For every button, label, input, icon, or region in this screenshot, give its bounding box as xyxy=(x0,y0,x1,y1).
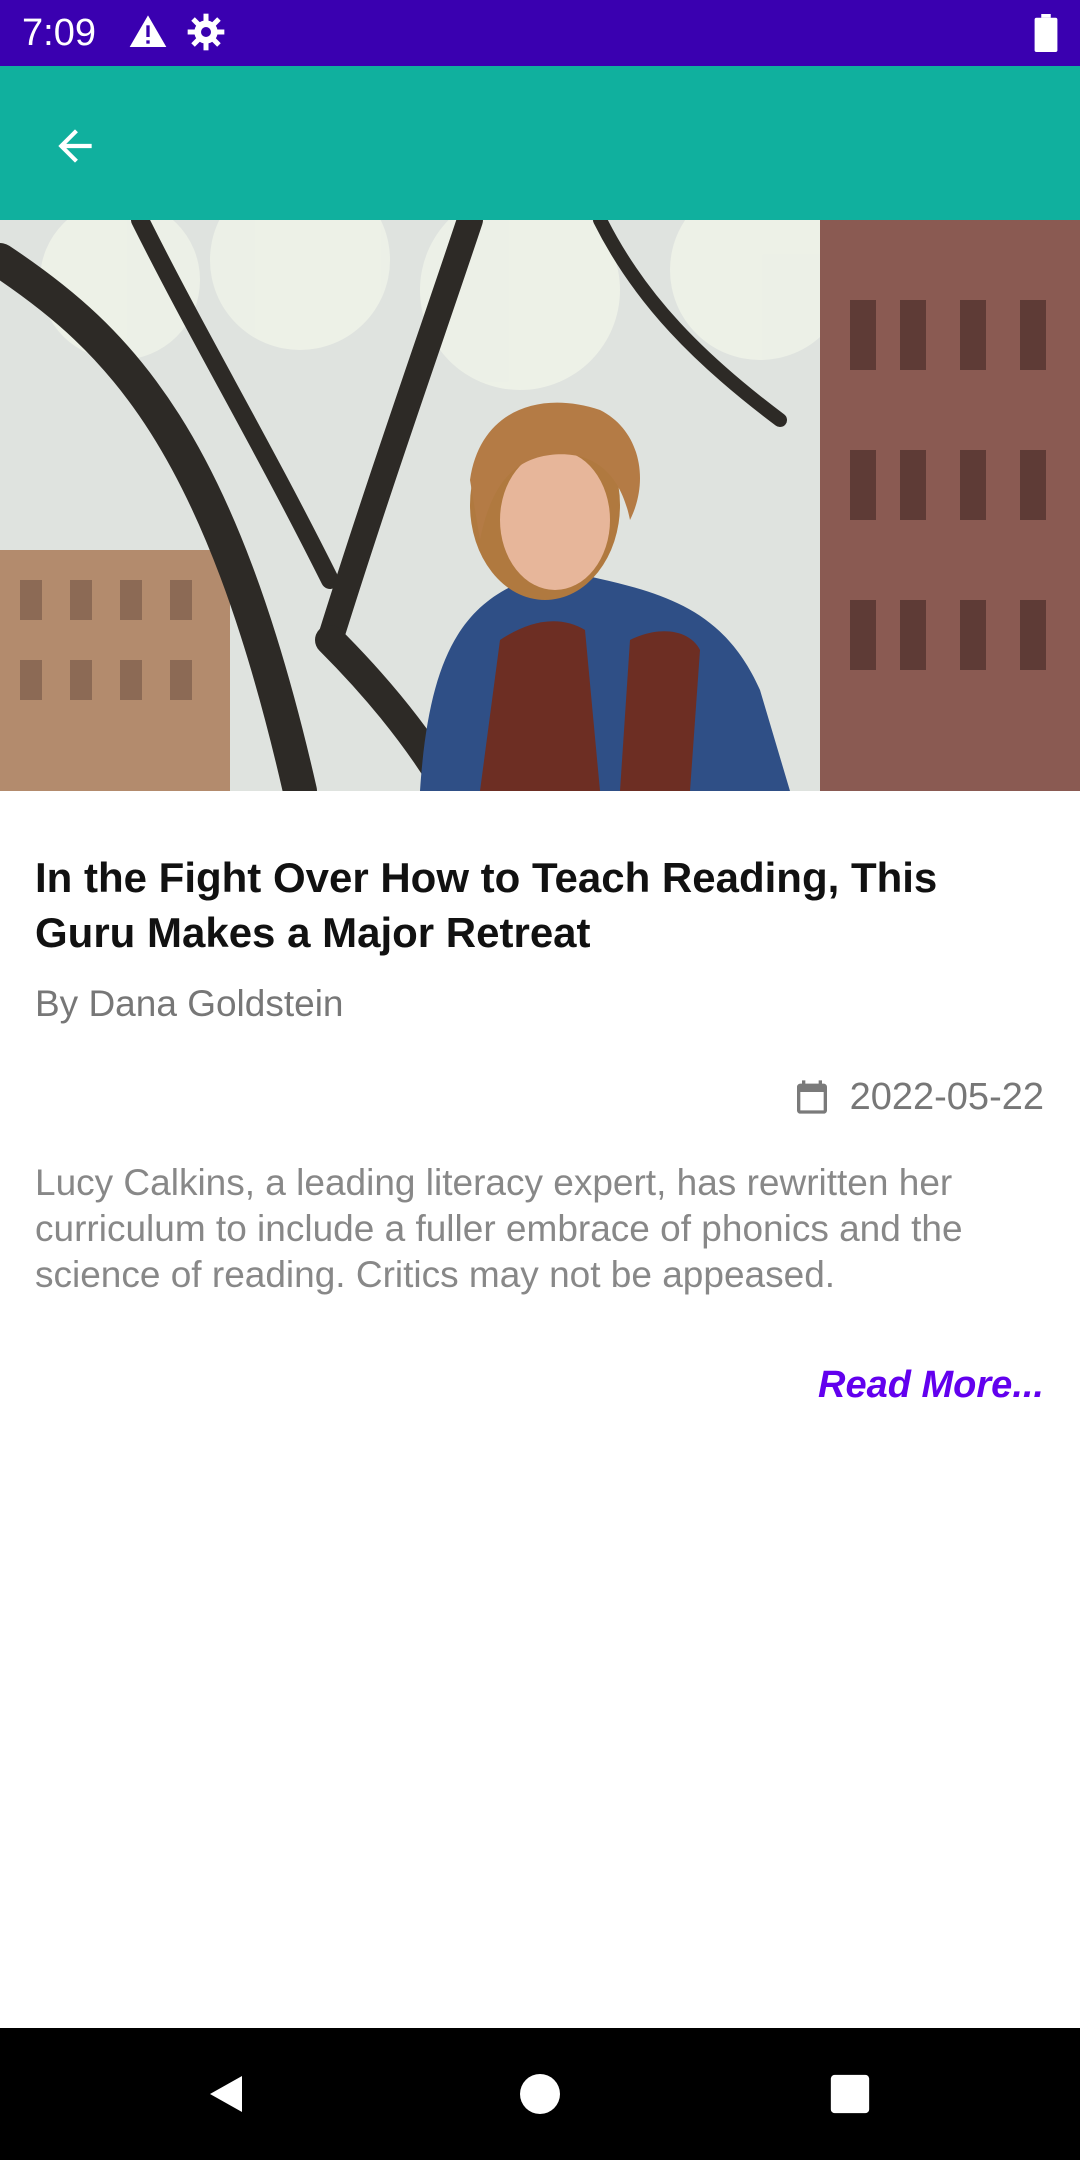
back-triangle-icon xyxy=(210,2076,242,2112)
article-summary: Lucy Calkins, a leading literacy expert,… xyxy=(35,1162,963,1295)
home-circle-icon xyxy=(520,2074,560,2114)
article-date-row: 2022-05-22 xyxy=(792,1075,1044,1119)
nav-recents-button[interactable] xyxy=(818,2062,882,2126)
article-title: In the Fight Over How to Teach Reading, … xyxy=(35,854,938,956)
arrow-left-icon xyxy=(58,129,92,163)
status-time: 7:09 xyxy=(22,12,96,54)
app-bar xyxy=(0,66,1080,220)
battery-icon xyxy=(1034,14,1058,57)
read-more-link[interactable]: Read More... xyxy=(818,1362,1044,1408)
status-bar: 7:09 xyxy=(0,0,1080,66)
recents-square-icon xyxy=(830,2074,870,2114)
article-byline: By Dana Goldstein xyxy=(35,983,344,1024)
nav-back-button[interactable] xyxy=(194,2062,258,2126)
system-nav-bar xyxy=(0,2028,1080,2160)
settings-icon xyxy=(186,12,226,57)
calendar-icon xyxy=(796,1080,827,1114)
warning-icon xyxy=(128,12,168,57)
back-button[interactable] xyxy=(30,106,120,186)
nav-home-button[interactable] xyxy=(508,2062,572,2126)
article-image xyxy=(0,220,1080,791)
article-date: 2022-05-22 xyxy=(849,1075,1044,1118)
